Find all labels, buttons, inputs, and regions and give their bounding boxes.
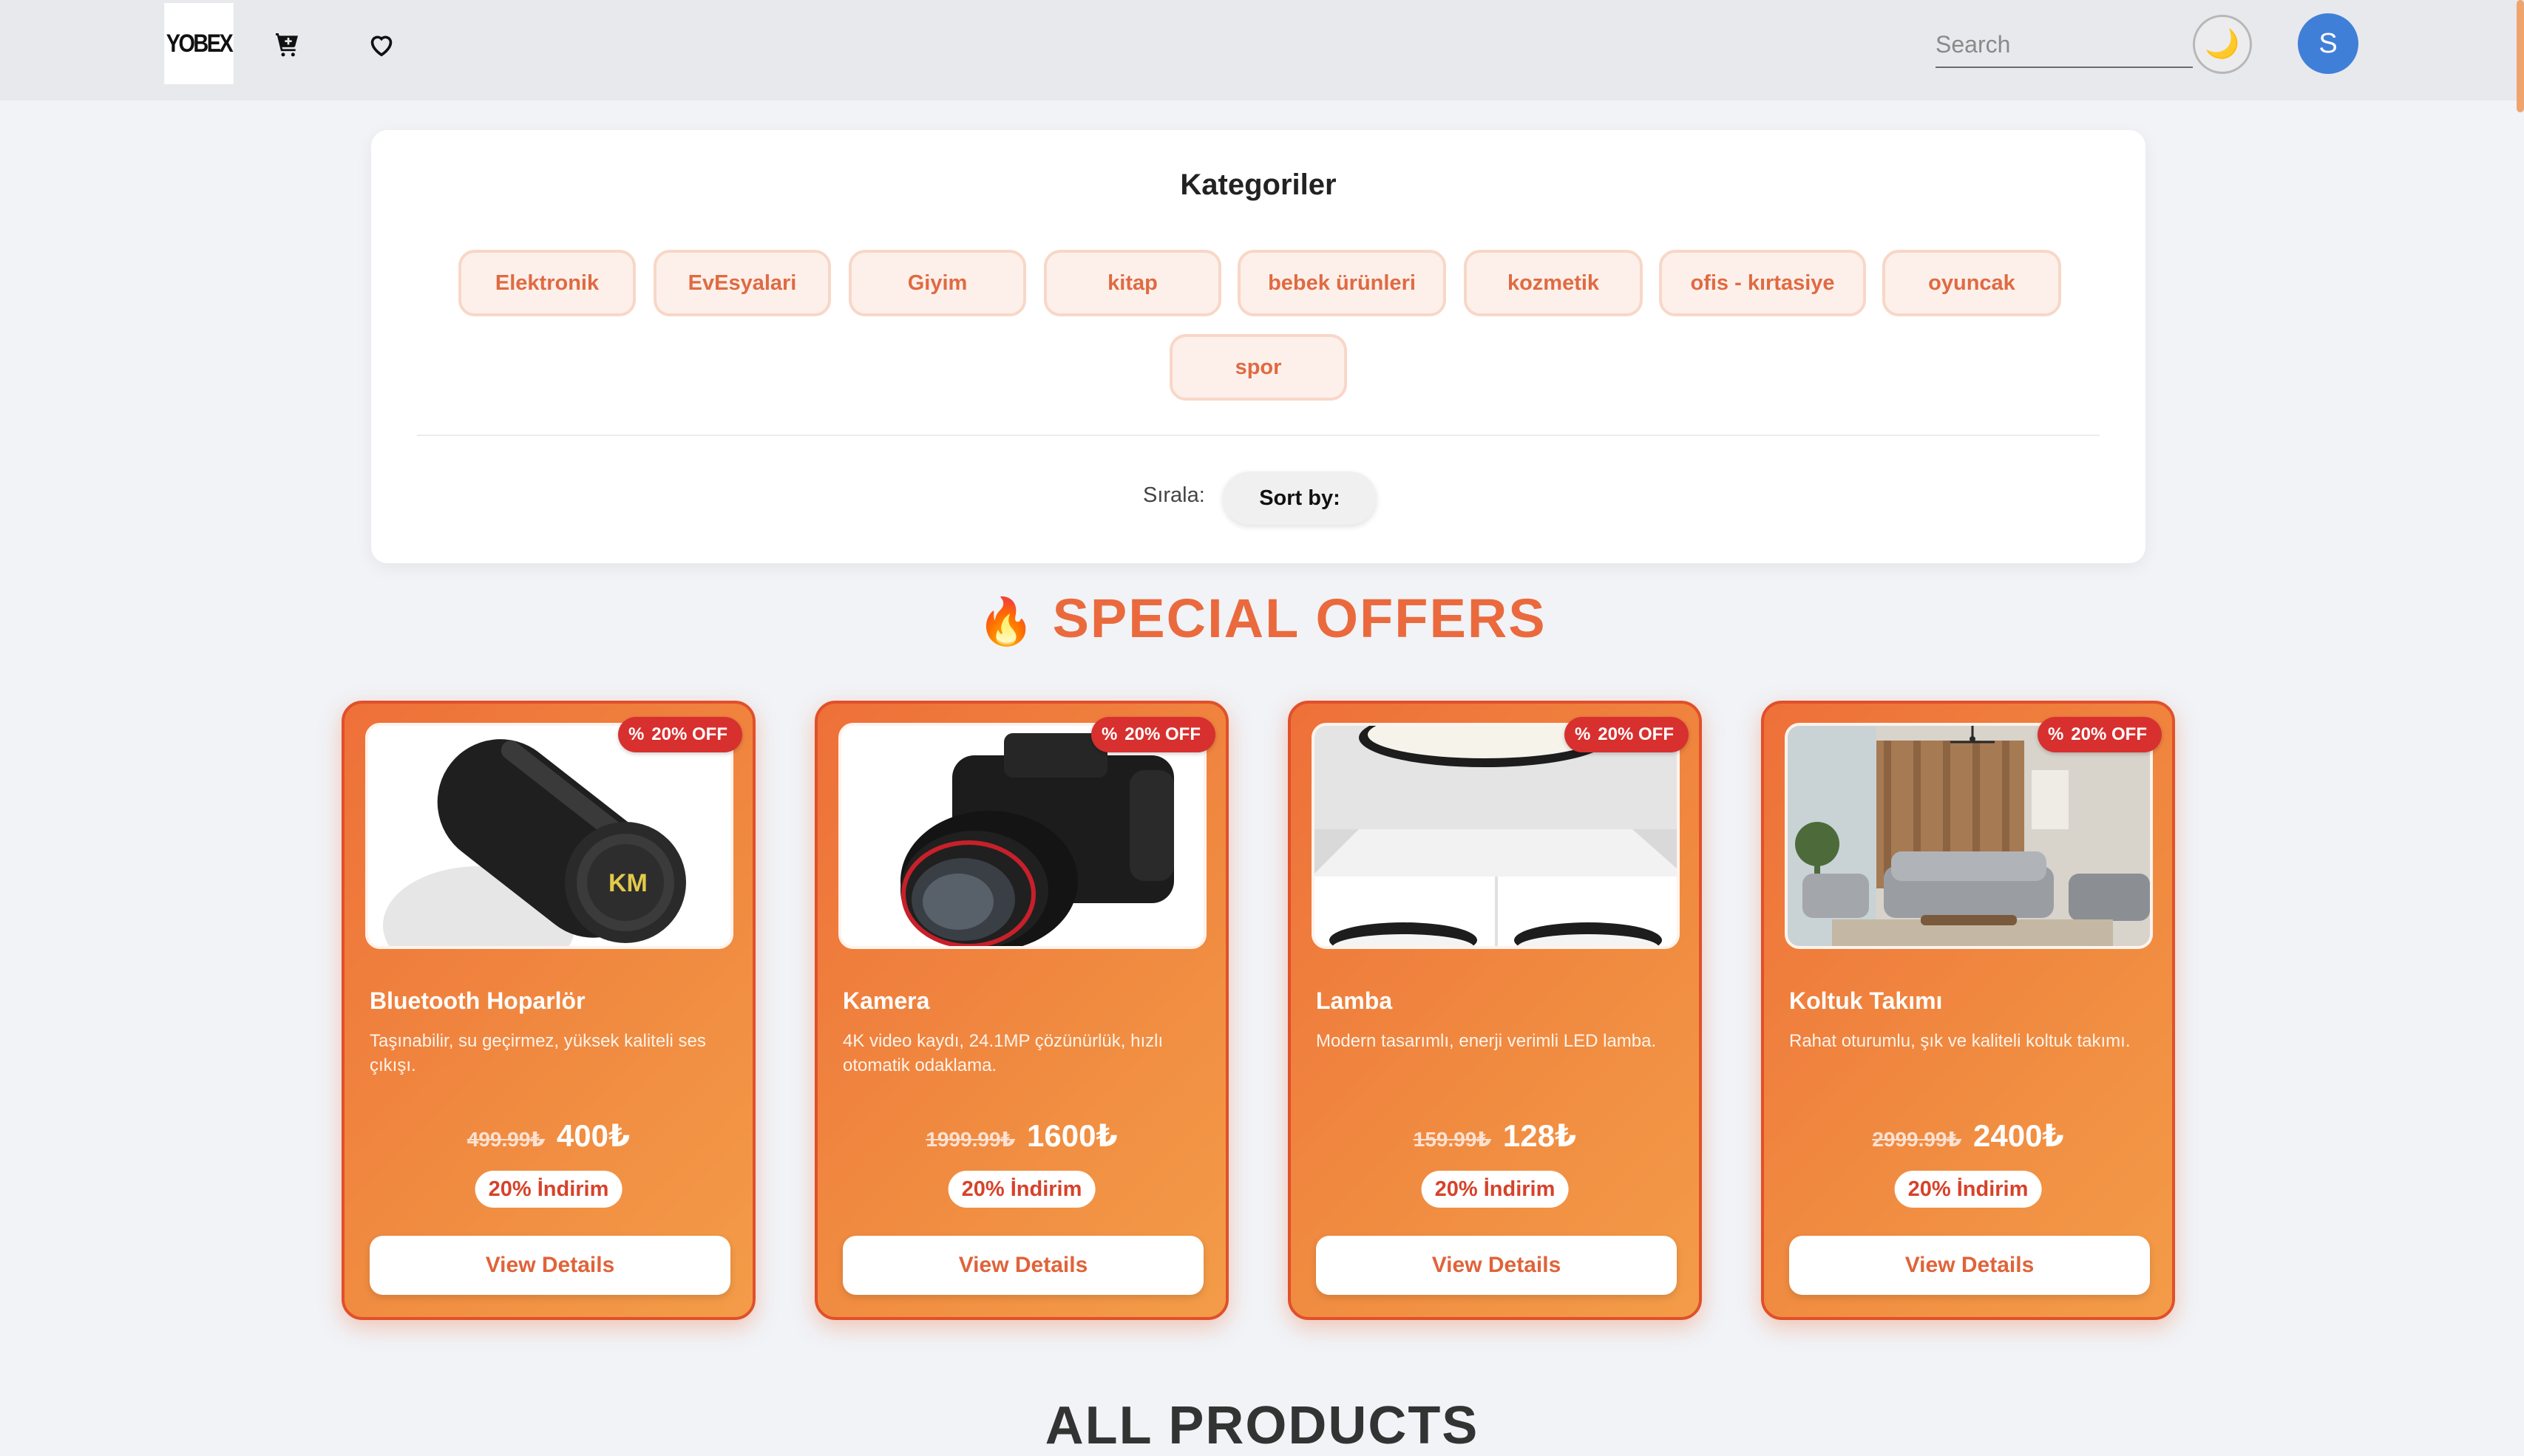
category-chip-spor[interactable]: spor [1170,334,1347,401]
product-image-sofa[interactable] [1785,723,2153,949]
discount-pill: 20% İndirim [1421,1171,1569,1208]
avatar[interactable]: S [2298,13,2358,74]
discount-pill: 20% İndirim [1894,1171,2042,1208]
view-details-button[interactable]: View Details [843,1236,1204,1295]
offer-card[interactable]: % 20% OFF Kamera 4K video kaydı, 24.1MP ç… [815,701,1229,1320]
divider [417,435,2100,436]
price-row: 499.99₺ 400₺ [345,1117,753,1154]
discount-pill: 20% İndirim [948,1171,1096,1208]
category-chip-bebek-urunleri[interactable]: bebek ürünleri [1238,250,1446,316]
product-image-camera[interactable] [838,723,1207,949]
product-description: 4K video kaydı, 24.1MP çözünürlük, hızlı… [843,1031,1164,1075]
percent-icon: % [1101,724,1118,744]
categories-panel: Kategoriler Elektronik EvEsyalari Giyim … [371,130,2145,563]
offer-card[interactable]: % 20% OFF Lamba Modern tasarımlı, enerji … [1288,701,1702,1320]
discount-pill: 20% İndirim [475,1171,622,1208]
new-price: 2400₺ [1973,1118,2064,1153]
new-price: 1600₺ [1027,1118,1118,1153]
top-navbar: YOBEX 🌙 S [0,0,2524,101]
category-chip-ofis-kirtasiye[interactable]: ofis - kırtasiye [1659,250,1866,316]
categories-title: Kategoriler [1180,169,1337,201]
view-details-button[interactable]: View Details [370,1236,730,1295]
price-row: 1999.99₺ 1600₺ [818,1117,1226,1154]
product-image-speaker[interactable]: KM [365,723,733,949]
logo[interactable]: YOBEX [164,3,234,84]
old-price: 1999.99₺ [926,1128,1016,1151]
svg-text:KM: KM [608,869,648,897]
search-input[interactable] [1936,22,2193,68]
new-price: 400₺ [556,1118,631,1153]
percent-icon: % [628,724,645,744]
product-description: Taşınabilir, su geçirmez, yüksek kalitel… [370,1031,706,1075]
product-description: Modern tasarımlı, enerji verimli LED lam… [1316,1031,1657,1051]
badge-label: 20% OFF [1124,724,1201,744]
sort-dropdown-button[interactable]: Sort by: [1223,472,1377,525]
cart-icon[interactable] [268,25,306,64]
offer-card[interactable]: KM % 20% OFF Bluetooth Hoparlör Taşınabil… [342,701,756,1320]
category-chip-kitap[interactable]: kitap [1044,250,1221,316]
old-price: 499.99₺ [467,1128,545,1151]
heart-icon[interactable] [362,25,401,64]
sort-label: Sırala: [1143,483,1205,507]
all-products-heading: ALL PRODUCTS [1045,1396,1479,1455]
product-name[interactable]: Koltuk Takımı [1789,987,1942,1015]
old-price: 2999.99₺ [1872,1128,1962,1151]
discount-badge: % 20% OFF [617,717,742,752]
price-row: 2999.99₺ 2400₺ [1764,1117,2172,1154]
discount-badge: % 20% OFF [1564,717,1689,752]
discount-badge: % 20% OFF [1090,717,1215,752]
old-price: 159.99₺ [1413,1128,1491,1151]
badge-label: 20% OFF [2071,724,2147,744]
category-chip-giyim[interactable]: Giyim [849,250,1026,316]
offer-card[interactable]: % 20% OFF Koltuk Takımı Rahat oturumlu, ş… [1761,701,2175,1320]
percent-icon: % [1574,724,1591,744]
category-chip-oyuncak[interactable]: oyuncak [1882,250,2061,316]
percent-icon: % [2047,724,2064,744]
badge-label: 20% OFF [1598,724,1674,744]
product-name[interactable]: Kamera [843,987,929,1015]
product-description: Rahat oturumlu, şık ve kaliteli koltuk t… [1789,1031,2131,1051]
price-row: 159.99₺ 128₺ [1291,1117,1699,1154]
special-offers-heading: 🔥 SPECIAL OFFERS [0,587,2524,650]
product-name[interactable]: Lamba [1316,987,1392,1015]
scrollbar-thumb[interactable] [2517,0,2524,112]
new-price: 128₺ [1502,1118,1577,1153]
category-chip-elektronik[interactable]: Elektronik [458,250,636,316]
category-chip-evesyalari[interactable]: EvEsyalari [654,250,831,316]
product-image-lamp[interactable] [1312,723,1680,949]
fire-icon: 🔥 [977,596,1037,647]
theme-toggle-button[interactable]: 🌙 [2193,15,2252,74]
badge-label: 20% OFF [651,724,727,744]
product-name[interactable]: Bluetooth Hoparlör [370,987,586,1015]
view-details-button[interactable]: View Details [1316,1236,1677,1295]
special-offers-title: SPECIAL OFFERS [1052,588,1547,649]
moon-icon: 🌙 [2205,29,2240,60]
discount-badge: % 20% OFF [2037,717,2162,752]
view-details-button[interactable]: View Details [1789,1236,2150,1295]
category-chip-kozmetik[interactable]: kozmetik [1464,250,1643,316]
